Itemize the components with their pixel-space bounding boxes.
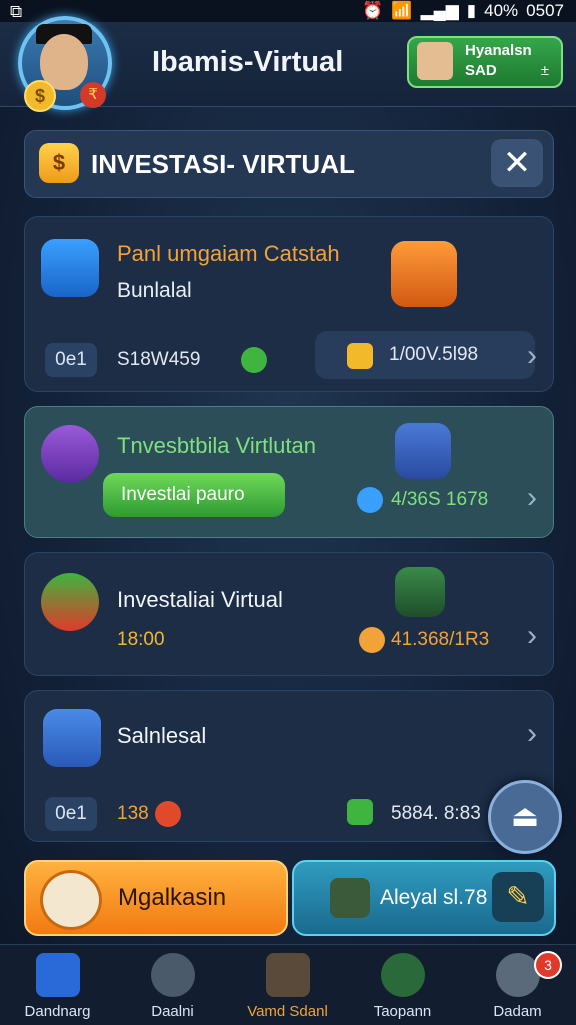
wifi-icon: 📶 (391, 1, 413, 20)
clock: 0507 (526, 1, 564, 20)
profile-chip[interactable]: Hyanalsn SAD ± (407, 36, 563, 88)
nav-item-profile[interactable]: 3 Dadam (460, 945, 575, 1025)
calculator-icon (395, 423, 451, 479)
dollar-coin-icon: $ (24, 80, 56, 112)
nav-label: Taopann (373, 1003, 432, 1020)
alarm-icon: ⏰ (362, 1, 384, 20)
clock-icon (359, 627, 385, 653)
tablet-icon (391, 241, 457, 307)
app-title: Ibamis-Virtual (152, 46, 344, 78)
home-icon (36, 953, 80, 997)
pen-icon (266, 953, 310, 997)
screenshot-icon: ⧉ (10, 2, 23, 21)
cash-stack-icon (347, 799, 373, 825)
card-title: Investaliai Virtual (117, 587, 283, 612)
investment-icon: $ (39, 143, 79, 183)
lock-button[interactable]: ⏏ (488, 780, 562, 854)
secondary-action-label: Aleyal sl.78 (380, 886, 488, 909)
card-time: 18:00 (117, 629, 165, 650)
battery-percent: 40% (484, 1, 519, 20)
battery-icon: ▮ (466, 1, 477, 20)
amount-box: 1/00V.5l98 (315, 331, 535, 379)
card-left-value: S18W459 (117, 349, 201, 370)
card-pill: 0e1 (45, 797, 97, 831)
nav-item-home[interactable]: Dandnarg (0, 945, 115, 1025)
panel-title: INVESTASI- VIRTUAL (91, 149, 355, 179)
investment-card[interactable]: Panl umgaiam Catstah Bunlalal 0e1 S18W45… (24, 216, 554, 392)
card-title: Tnvesbtbila Virtlutan (117, 433, 316, 458)
card-subtitle: Bunlalal (117, 279, 192, 302)
profile-icon (496, 953, 540, 997)
nav-label: Dandnarg (24, 1003, 91, 1020)
secondary-action-button[interactable]: Aleyal sl.78 ✎ (292, 860, 556, 936)
cash-icon (347, 343, 373, 369)
card-title: Panl umgaiam Catstah (117, 241, 340, 266)
card-amount: 4/36S 1678 (391, 489, 489, 510)
blocked-icon (41, 573, 99, 631)
document-icon (40, 870, 102, 930)
profile-picture (417, 42, 453, 80)
notification-badge: 3 (534, 951, 562, 979)
tools-icon[interactable]: ✎ (492, 872, 544, 922)
bottom-nav: Dandnarg Daalni Vamd Sdanl Taopann 3 Dad… (0, 944, 576, 1025)
close-button[interactable]: ✕ (491, 139, 543, 187)
card-amount: 5884. 8:83 (391, 803, 481, 824)
card-title: Salnlesal (117, 723, 207, 748)
invest-button[interactable]: Investlai pauro (103, 473, 285, 517)
chevron-right-icon[interactable]: › (527, 619, 537, 653)
investment-card[interactable]: Tnvesbtbila Virtlutan Investlai pauro 4/… (24, 406, 554, 538)
nav-label: Vamd Sdanl (247, 1003, 328, 1020)
card-amount: 41.368/1R3 (391, 629, 490, 650)
check-icon (241, 347, 267, 373)
nav-item-settings[interactable]: Daalni (115, 945, 230, 1025)
profile-sign: ± (540, 62, 549, 79)
status-bar: ⧉ ⏰ 📶 ▂▄▆ ▮ 40% 0507 (0, 0, 576, 22)
profile-sub: SAD (465, 62, 497, 79)
nav-item-pen[interactable]: Vamd Sdanl (230, 945, 345, 1025)
trophy-icon (330, 878, 370, 918)
nav-label: Dadam (493, 1003, 542, 1020)
coin-icon (155, 801, 181, 827)
card-left-value: 138 (117, 803, 149, 824)
investment-card[interactable]: Salnlesal › 0e1 138 5884. 8:83 (24, 690, 554, 842)
money-bag-icon (41, 425, 99, 483)
chevron-right-icon[interactable]: › (527, 481, 537, 515)
coin-icon (357, 487, 383, 513)
nav-label: Daalni (151, 1003, 194, 1020)
chart-board-icon (395, 567, 445, 617)
coin-stack-icon (41, 239, 99, 297)
investment-card[interactable]: Investaliai Virtual 18:00 41.368/1R3 › (24, 552, 554, 676)
chevron-right-icon[interactable]: › (527, 717, 537, 751)
section-panel: $ INVESTASI- VIRTUAL ✕ (24, 130, 554, 198)
rupiah-coin-icon: ₹ (80, 82, 106, 108)
profile-name: Hyanalsn (465, 42, 532, 59)
nav-item-search[interactable]: Taopann (345, 945, 460, 1025)
card-amount: 1/00V.5l98 (389, 344, 479, 365)
primary-action-label: Mgalkasin (118, 884, 227, 911)
wallet-icon (43, 709, 101, 767)
chevron-right-icon[interactable]: › (527, 339, 537, 373)
primary-action-button[interactable]: Mgalkasin (24, 860, 288, 936)
card-pill: 0e1 (45, 343, 97, 377)
settings-gear-icon (151, 953, 195, 997)
search-icon (381, 953, 425, 997)
signal-icon: ▂▄▆ (420, 1, 459, 20)
